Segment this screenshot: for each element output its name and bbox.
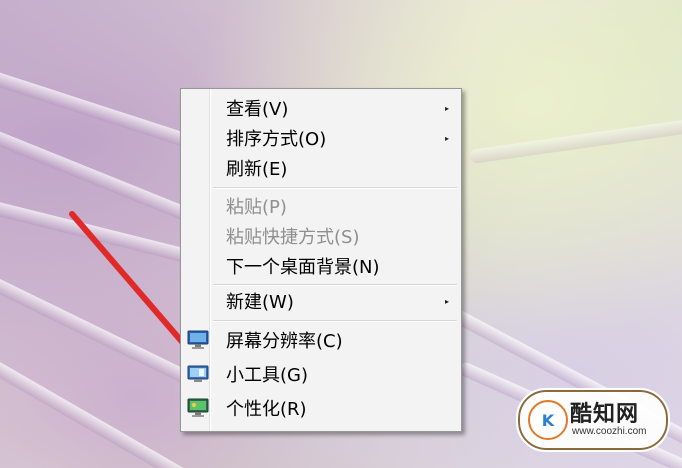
personalize-icon [187, 398, 209, 417]
submenu-arrow-icon: ▸ [444, 103, 449, 113]
watermark-url: www.coozhi.com [572, 426, 647, 437]
submenu-arrow-icon: ▸ [444, 133, 449, 143]
watermark-title: 酷知网 [570, 402, 640, 427]
menu-separator [213, 187, 457, 189]
menu-item-next-desktop-background[interactable]: 下一个桌面背景(N) [183, 251, 459, 281]
menu-separator [213, 320, 457, 322]
menu-item-label: 新建(W) [226, 292, 294, 313]
menu-item-label: 小工具(G) [226, 365, 308, 386]
menu-item-paste: 粘贴(P) [183, 191, 459, 221]
menu-item-label: 下一个桌面背景(N) [226, 257, 380, 278]
submenu-arrow-icon: ▸ [444, 296, 449, 306]
menu-item-sort-by[interactable]: 排序方式(O) ▸ [183, 123, 459, 153]
menu-item-paste-shortcut: 粘贴快捷方式(S) [183, 221, 459, 251]
menu-item-gadgets[interactable]: 小工具(G) [183, 359, 459, 389]
site-watermark: K 酷知网 www.coozhi.com [516, 388, 670, 452]
menu-item-screen-resolution[interactable]: 屏幕分辨率(C) [183, 325, 459, 355]
menu-item-label: 屏幕分辨率(C) [226, 331, 343, 352]
screen-resolution-icon [187, 330, 209, 349]
menu-item-label: 粘贴快捷方式(S) [226, 227, 360, 248]
menu-item-label: 粘贴(P) [226, 197, 287, 218]
menu-item-label: 刷新(E) [226, 159, 288, 180]
menu-item-label: 查看(V) [226, 99, 289, 120]
menu-item-new[interactable]: 新建(W) ▸ [183, 286, 459, 316]
menu-item-label: 个性化(R) [226, 399, 307, 420]
gadgets-icon [187, 365, 209, 382]
menu-item-view[interactable]: 查看(V) ▸ [183, 93, 459, 123]
menu-item-refresh[interactable]: 刷新(E) [183, 153, 459, 183]
desktop-context-menu: 查看(V) ▸ 排序方式(O) ▸ 刷新(E) 粘贴(P) 粘贴快捷方式(S) … [180, 88, 462, 432]
menu-item-personalize[interactable]: 个性化(R) [183, 393, 459, 423]
menu-item-label: 排序方式(O) [226, 129, 327, 150]
watermark-logo: K [528, 400, 568, 440]
